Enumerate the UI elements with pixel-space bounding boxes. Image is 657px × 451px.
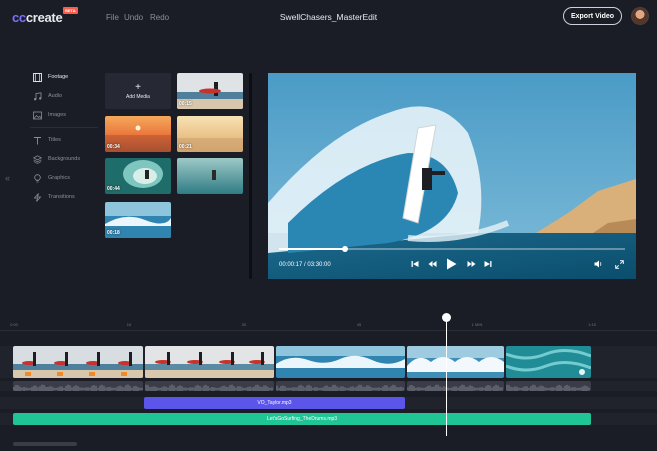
media-thumb-sunset[interactable]: 00:34 [105,116,171,152]
plus-icon: + [135,81,141,93]
fast-forward-icon[interactable] [467,260,476,270]
timeline-ruler[interactable]: 0:00 15 30 45 1 MIN 1:15 [0,318,657,330]
sidebar-item-label: Images [48,112,67,118]
sidebar-item-label: Transitions [48,194,75,200]
music-clip-label: Let'sGoSurfing_TheDrums.mp3 [266,416,338,422]
progress-knob[interactable] [341,246,348,252]
media-thumb-beach-haze[interactable]: 00:21 [177,116,243,152]
ruler-tick: 1 MIN [471,322,483,327]
music-clip[interactable]: Let'sGoSurfing_TheDrums.mp3 [13,413,591,425]
sidebar-item-graphics[interactable]: Graphics [33,172,70,184]
sidebar-divider [30,127,98,128]
timeline-scrollbar[interactable] [13,442,77,446]
clip-audio-3[interactable] [276,381,405,391]
clip-audio-4[interactable] [407,381,504,391]
waveform [145,384,273,391]
playhead-line [446,318,447,436]
ruler-tick: 1:15 [588,322,596,327]
ruler-tick: 0:00 [10,322,18,327]
sidebar-item-label: Titles [48,137,61,143]
sidebar-item-transitions[interactable]: Transitions [33,191,75,203]
image-icon [33,111,42,120]
text-icon [33,136,42,145]
waveform [506,384,590,391]
top-bar: cccreate BETA File Undo Redo SwellChaser… [0,0,657,35]
waveform [13,384,143,391]
sidebar-item-label: Footage [48,74,69,80]
play-icon[interactable] [446,258,457,272]
media-thumb-wave[interactable]: 00:18 [105,202,171,238]
sidebar-item-label: Backgrounds [48,156,81,162]
rewind-icon[interactable] [428,260,437,270]
project-title: SwellChasers_MasterEdit [279,12,378,22]
fullscreen-icon[interactable] [615,260,624,271]
collapse-sidebar-icon[interactable]: « [5,173,10,183]
skip-back-icon[interactable] [411,260,419,270]
ruler-tick: 45 [356,322,362,327]
waveform [407,384,503,391]
sidebar-item-titles[interactable]: Titles [33,134,61,146]
ruler-divider [0,330,657,331]
voiceover-clip[interactable]: VO_Taylor.mp3 [144,397,405,409]
sidebar-item-audio[interactable]: Audio [33,90,62,102]
media-thumb-surfer-board[interactable]: 00:15 [177,73,243,109]
skip-forward-icon[interactable] [484,260,492,270]
lightning-icon [33,192,42,202]
sidebar-item-footage[interactable]: Footage [33,71,68,83]
sidebar-item-label: Graphics [48,175,71,181]
sidebar-item-images[interactable]: Images [33,109,66,121]
timeline-clip-5[interactable] [506,346,591,378]
ruler-tick: 30 [241,322,247,327]
sidebar-item-backgrounds[interactable]: Backgrounds [33,153,80,165]
clip-audio-1[interactable] [13,381,143,391]
film-icon [33,72,42,82]
sidebar-item-label: Audio [48,93,63,99]
export-video-button[interactable]: Export Video [563,7,622,25]
timeline-clip-1[interactable] [13,346,143,378]
music-note-icon [33,91,42,101]
waveform [276,384,404,391]
media-scrollbar[interactable] [249,73,252,279]
clip-audio-2[interactable] [145,381,274,391]
user-avatar[interactable] [631,7,649,25]
timeline-clip-2[interactable] [145,346,274,378]
add-media-button[interactable]: + Add Media [105,73,171,109]
playhead-handle[interactable] [442,313,451,322]
media-thumb-barrel[interactable]: 00:44 [105,158,171,194]
timeline-clip-3[interactable] [276,346,405,378]
player-timecode: 00:00:17 / 03:30:00 [279,262,331,268]
timeline-clip-4[interactable] [407,346,504,378]
player-progress-bar[interactable] [279,246,625,252]
clip-audio-5[interactable] [506,381,591,391]
layers-icon [33,154,42,164]
volume-icon[interactable] [594,260,603,270]
progress-fill [279,248,345,250]
media-thumb-surfer-water[interactable] [177,158,243,194]
bulb-icon [33,173,42,183]
ruler-tick: 15 [126,322,132,327]
